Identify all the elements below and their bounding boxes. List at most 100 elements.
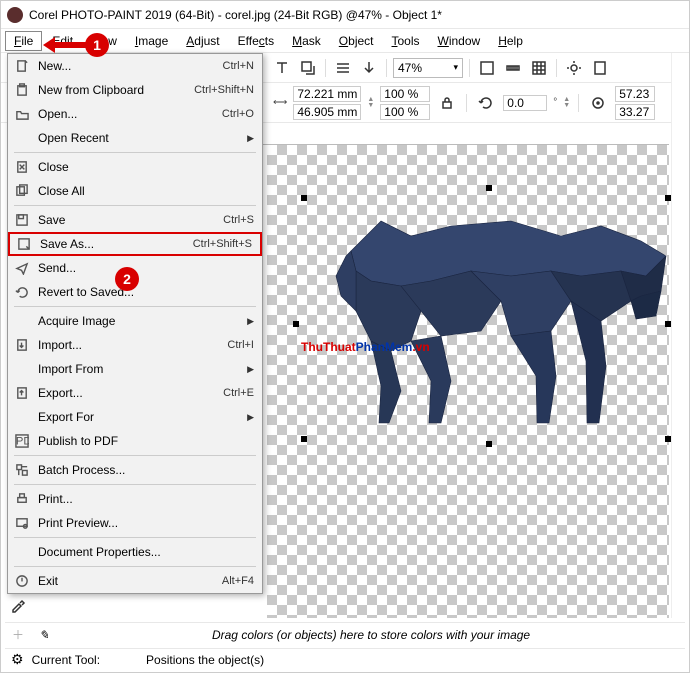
shortcut-label: Ctrl+S <box>223 214 254 226</box>
center-x-input[interactable]: 57.23 <box>615 86 655 102</box>
menu-tools[interactable]: Tools <box>384 32 428 50</box>
saveas-icon <box>14 237 34 251</box>
menuitem-label: Open... <box>32 107 222 121</box>
menu-effects[interactable]: Effects <box>230 32 282 50</box>
tool-grid-icon[interactable] <box>528 57 550 79</box>
menuitem-print-preview[interactable]: Print Preview... <box>8 511 262 535</box>
eyedropper-icon[interactable]: ✎ <box>31 628 57 642</box>
gear-icon[interactable]: ⚙ <box>11 651 24 668</box>
selection-handle[interactable] <box>293 321 299 327</box>
menuitem-open[interactable]: Open...Ctrl+O <box>8 102 262 126</box>
tool-text-icon[interactable] <box>271 57 293 79</box>
center-y-input[interactable]: 33.27 <box>615 104 655 120</box>
menuitem-import[interactable]: Import...Ctrl+I <box>8 333 262 357</box>
selection-handle[interactable] <box>301 436 307 442</box>
zoom-select[interactable]: 47%▾ <box>393 58 463 78</box>
file-menu-dropdown: New...Ctrl+NNew from ClipboardCtrl+Shift… <box>7 53 263 594</box>
shortcut-label: Ctrl+Shift+S <box>193 238 252 250</box>
selection-handle[interactable] <box>665 195 671 201</box>
angle-input[interactable]: 0.0 <box>503 95 547 111</box>
menuitem-label: Close <box>32 160 254 174</box>
menuitem-new-from-clipboard[interactable]: New from ClipboardCtrl+Shift+N <box>8 78 262 102</box>
menuitem-acquire-image[interactable]: Acquire Image▶ <box>8 309 262 333</box>
annotation-callout-2: 2 <box>115 267 139 291</box>
menuitem-new[interactable]: New...Ctrl+N <box>8 54 262 78</box>
menuitem-save-as[interactable]: Save As...Ctrl+Shift+S <box>8 232 262 256</box>
status-bar: ⚙ Current Tool: Positions the object(s) <box>5 648 685 670</box>
submenu-arrow-icon: ▶ <box>247 364 254 375</box>
eyedropper-icon[interactable] <box>5 592 31 618</box>
closeall-icon <box>12 184 32 198</box>
shortcut-label: Ctrl+O <box>222 108 254 120</box>
angle-spinner[interactable]: ▲▼ <box>563 97 570 109</box>
size-spinner[interactable]: ▲▼ <box>367 97 374 109</box>
menuitem-label: Publish to PDF <box>32 434 254 448</box>
hint-text: Drag colors (or objects) here to store c… <box>57 628 685 642</box>
selection-handle[interactable] <box>665 436 671 442</box>
tool-doc-icon[interactable] <box>589 57 611 79</box>
menuitem-label: Batch Process... <box>32 463 254 477</box>
send-icon <box>12 261 32 275</box>
scale-y-input[interactable]: 100 % <box>380 104 430 120</box>
selection-handle[interactable] <box>301 195 307 201</box>
right-scrollbar[interactable] <box>671 53 689 618</box>
annotation-callout-1: 1 <box>85 33 109 57</box>
newcb-icon <box>12 83 32 97</box>
shortcut-label: Ctrl+Shift+N <box>194 84 254 96</box>
pdf-icon: PDF <box>12 434 32 448</box>
menuitem-print[interactable]: Print... <box>8 487 262 511</box>
menuitem-label: Import From <box>32 362 247 376</box>
menu-help[interactable]: Help <box>490 32 531 50</box>
menuitem-close[interactable]: Close <box>8 155 262 179</box>
menuitem-label: Save <box>32 213 223 227</box>
tool-align-icon[interactable] <box>332 57 354 79</box>
tool-fullscreen-icon[interactable] <box>476 57 498 79</box>
menu-image[interactable]: Image <box>127 32 176 50</box>
annotation-arrow <box>39 39 89 51</box>
menuitem-close-all[interactable]: Close All <box>8 179 262 203</box>
selection-handle[interactable] <box>486 185 492 191</box>
menuitem-export-for[interactable]: Export For▶ <box>8 405 262 429</box>
shortcut-label: Ctrl+N <box>223 60 254 72</box>
menuitem-exit[interactable]: ExitAlt+F4 <box>8 569 262 593</box>
wolf-image-object[interactable] <box>301 201 671 431</box>
menuitem-label: Export For <box>32 410 247 424</box>
menuitem-open-recent[interactable]: Open Recent▶ <box>8 126 262 150</box>
shortcut-label: Alt+F4 <box>222 575 254 587</box>
scale-x-input[interactable]: 100 % <box>380 86 430 102</box>
width-input[interactable]: 72.221 mm <box>293 86 361 102</box>
menuitem-label: Acquire Image <box>32 314 247 328</box>
menuitem-label: Print... <box>32 492 254 506</box>
center-icon[interactable] <box>587 92 609 114</box>
tool-options-icon[interactable] <box>563 57 585 79</box>
menuitem-label: Close All <box>32 184 254 198</box>
menuitem-label: Send... <box>32 261 254 275</box>
menuitem-import-from[interactable]: Import From▶ <box>8 357 262 381</box>
import-icon <box>12 338 32 352</box>
height-input[interactable]: 46.905 mm <box>293 104 361 120</box>
color-store-bar[interactable]: ＋ ✎ Drag colors (or objects) here to sto… <box>5 622 685 646</box>
menu-object[interactable]: Object <box>331 32 382 50</box>
tool-arrow-down-icon[interactable] <box>358 57 380 79</box>
menu-adjust[interactable]: Adjust <box>178 32 227 50</box>
menuitem-label: Open Recent <box>32 131 247 145</box>
tool-launch-icon[interactable] <box>297 57 319 79</box>
degree-label: ° <box>553 97 557 108</box>
menuitem-document-properties[interactable]: Document Properties... <box>8 540 262 564</box>
selection-handle[interactable] <box>665 321 671 327</box>
menuitem-batch-process[interactable]: Batch Process... <box>8 458 262 482</box>
menu-mask[interactable]: Mask <box>284 32 329 50</box>
lock-ratio-icon[interactable] <box>436 92 458 114</box>
menuitem-export[interactable]: Export...Ctrl+E <box>8 381 262 405</box>
rotate-icon[interactable] <box>475 92 497 114</box>
add-swatch-icon[interactable]: ＋ <box>5 626 31 643</box>
menuitem-save[interactable]: SaveCtrl+S <box>8 208 262 232</box>
current-tool-text: Positions the object(s) <box>146 653 264 667</box>
export-icon <box>12 386 32 400</box>
menuitem-publish-to-pdf[interactable]: PDFPublish to PDF <box>8 429 262 453</box>
open-icon <box>12 107 32 121</box>
tool-rulers-icon[interactable] <box>502 57 524 79</box>
current-tool-label: Current Tool: <box>32 653 100 667</box>
selection-handle[interactable] <box>486 441 492 447</box>
menu-window[interactable]: Window <box>430 32 489 50</box>
